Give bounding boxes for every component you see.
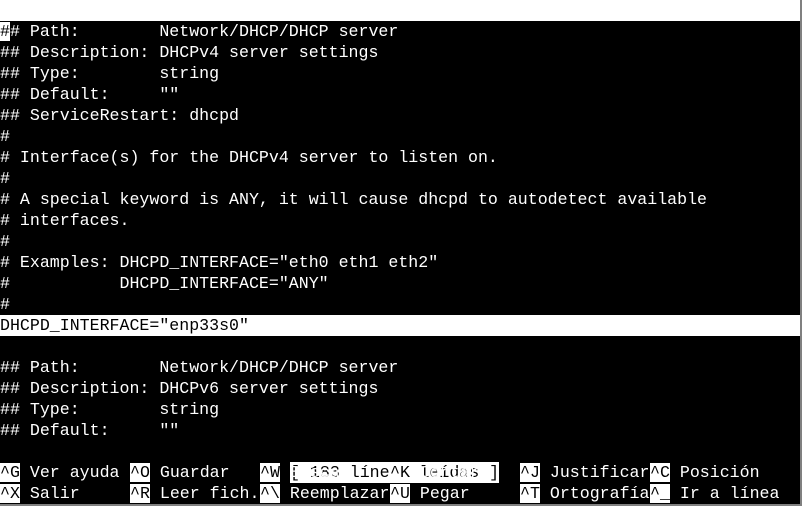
editor-line[interactable]: DHCPD_INTERFACE="enp33s0"	[0, 315, 800, 336]
editor-line[interactable]: ## Description: DHCPv4 server settings	[0, 42, 800, 63]
shortcut-justificar[interactable]: ^J Justificar	[520, 462, 649, 483]
shortcut-key: ^R	[130, 484, 150, 503]
line-text: # DHCPD_INTERFACE="ANY"	[0, 274, 329, 293]
shortcut-ver-ayuda[interactable]: ^G Ver ayuda	[0, 462, 120, 483]
editor-line[interactable]: # Examples: DHCPD_INTERFACE="eth0 eth1 e…	[0, 252, 800, 273]
editor-line[interactable]: ## Type: string	[0, 63, 800, 84]
shortcut-key: ^O	[130, 463, 150, 482]
editor-line[interactable]: #	[0, 231, 800, 252]
shortcut-buscar[interactable]: ^W Buscar	[260, 462, 350, 483]
line-text: ## Description: DHCPv4 server settings	[0, 43, 379, 62]
shortcut-key: ^C	[650, 463, 670, 482]
shortcut-label: Reemplazar	[289, 484, 390, 503]
line-text: # interfaces.	[0, 211, 130, 230]
shortcut-row: ^X Salir ^R Leer fich. ^\ Reemplazar ^U Peg…	[0, 483, 800, 504]
line-text: ## Default: ""	[0, 85, 180, 104]
editor-line[interactable]: #	[0, 294, 800, 315]
shortcut-label: Salir	[29, 484, 80, 503]
editor-line[interactable]: # Interface(s) for the DHCPv4 server to …	[0, 147, 800, 168]
text-cursor: #	[0, 22, 10, 41]
line-text: ## Default: ""	[0, 421, 180, 440]
line-text: # Interface(s) for the DHCPv4 server to …	[0, 148, 498, 167]
shortcut-label: Ir a línea	[679, 484, 780, 503]
shortcut-key: ^W	[260, 463, 280, 482]
shortcut-label: Leer fich.	[159, 484, 260, 503]
shortcut-label: Ortografía	[549, 484, 650, 503]
shortcut-key: ^T	[520, 484, 540, 503]
editor-line[interactable]: ## Type: string	[0, 399, 800, 420]
line-text: # A special keyword is ANY, it will caus…	[0, 190, 708, 209]
editor-line[interactable]: # DHCPD_INTERFACE="ANY"	[0, 273, 800, 294]
shortcut-key: ^G	[0, 463, 20, 482]
line-text: ## Type: string	[0, 400, 220, 419]
editor-line[interactable]	[0, 336, 800, 357]
line-text: ## Path: Network/DHCP/DHCP server	[0, 358, 399, 377]
editor-line[interactable]: ## Path: Network/DHCP/DHCP server	[0, 21, 800, 42]
shortcut-cortar[interactable]: ^K Cortar	[390, 462, 480, 483]
shortcut-label: Posición	[679, 463, 760, 482]
editor-line[interactable]: ## Path: Network/DHCP/DHCP server	[0, 357, 800, 378]
shortcut-key: ^U	[390, 484, 410, 503]
status-line: [ 183 líneas leídas ]	[0, 441, 800, 483]
line-text: ## Type: string	[0, 64, 220, 83]
editor-line[interactable]: #	[0, 126, 800, 147]
shortcut-key: ^_	[650, 484, 670, 503]
editor-line[interactable]: # interfaces.	[0, 210, 800, 231]
editor-line[interactable]: #	[0, 168, 800, 189]
shortcut-label: Cortar	[419, 463, 480, 482]
shortcut-key: ^\	[260, 484, 280, 503]
shortcut-leer-fich[interactable]: ^R Leer fich.	[130, 483, 259, 504]
title-bar: GNU nano 4.9.2 /etc/sysconfig/dhcpd	[0, 0, 800, 62]
shortcut-label: Guardar	[159, 463, 230, 482]
shortcut-pegar[interactable]: ^U Pegar	[390, 483, 470, 504]
shortcut-key: ^X	[0, 484, 20, 503]
line-text: # Examples: DHCPD_INTERFACE="eth0 eth1 e…	[0, 253, 439, 272]
line-text: #	[0, 295, 10, 314]
line-text: #	[0, 232, 10, 251]
line-text: # Path: Network/DHCP/DHCP server	[9, 22, 399, 41]
shortcut-ir-a-línea[interactable]: ^_ Ir a línea	[650, 483, 779, 504]
shortcut-row: ^G Ver ayuda ^O Guardar ^W Buscar ^K Cortar…	[0, 462, 800, 483]
shortcut-salir[interactable]: ^X Salir	[0, 483, 80, 504]
line-text: ## ServiceRestart: dhcpd	[0, 106, 239, 125]
editor-line[interactable]: # A special keyword is ANY, it will caus…	[0, 189, 800, 210]
editor-line[interactable]: ## Description: DHCPv6 server settings	[0, 378, 800, 399]
shortcut-guardar[interactable]: ^O Guardar	[130, 462, 230, 483]
shortcut-label: Buscar	[289, 463, 350, 482]
editor-line[interactable]: ## Default: ""	[0, 84, 800, 105]
line-text: #	[0, 169, 10, 188]
line-text: DHCPD_INTERFACE="enp33s0"	[0, 316, 249, 335]
line-text: #	[0, 127, 10, 146]
shortcut-key: ^J	[520, 463, 540, 482]
shortcut-ortografía[interactable]: ^T Ortografía	[520, 483, 649, 504]
shortcut-label: Justificar	[549, 463, 650, 482]
shortcut-posición[interactable]: ^C Posición	[650, 462, 760, 483]
shortcut-key: ^K	[390, 463, 410, 482]
editor-line[interactable]: ## ServiceRestart: dhcpd	[0, 105, 800, 126]
shortcut-label: Ver ayuda	[29, 463, 120, 482]
shortcut-label: Pegar	[419, 484, 470, 503]
editor-line[interactable]: ## Default: ""	[0, 420, 800, 441]
line-text: ## Description: DHCPv6 server settings	[0, 379, 379, 398]
shortcut-reemplazar[interactable]: ^\ Reemplazar	[260, 483, 389, 504]
